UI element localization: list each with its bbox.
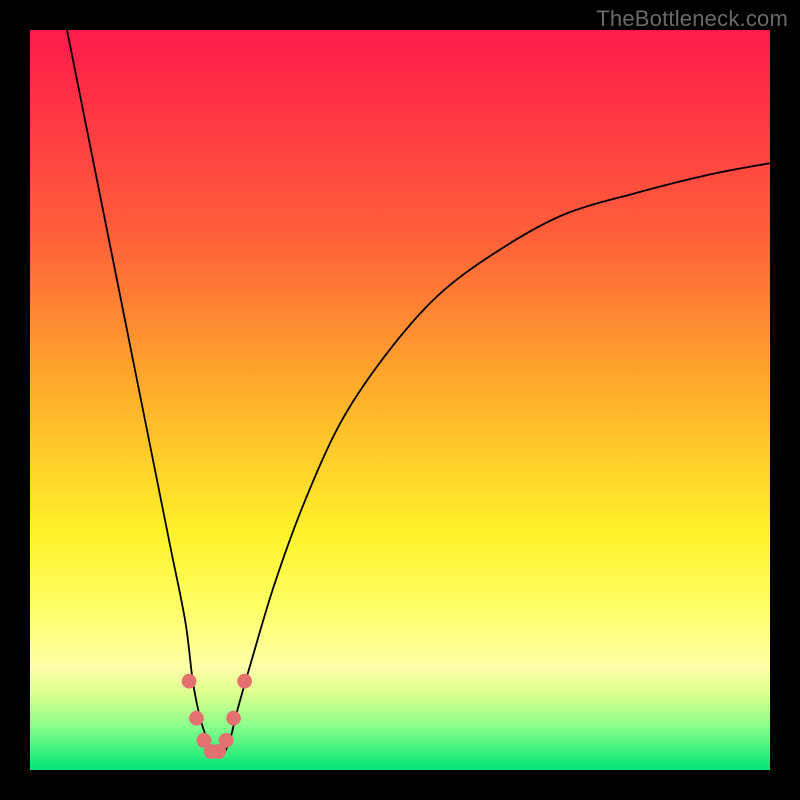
chart-frame: TheBottleneck.com: [0, 0, 800, 800]
chart-svg: [30, 30, 770, 770]
watermark-text: TheBottleneck.com: [596, 6, 788, 32]
valley-marker: [226, 711, 241, 726]
valley-marker: [219, 733, 234, 748]
valley-marker: [189, 711, 204, 726]
valley-marker: [237, 674, 252, 689]
plot-area: [30, 30, 770, 770]
valley-marker: [182, 674, 197, 689]
